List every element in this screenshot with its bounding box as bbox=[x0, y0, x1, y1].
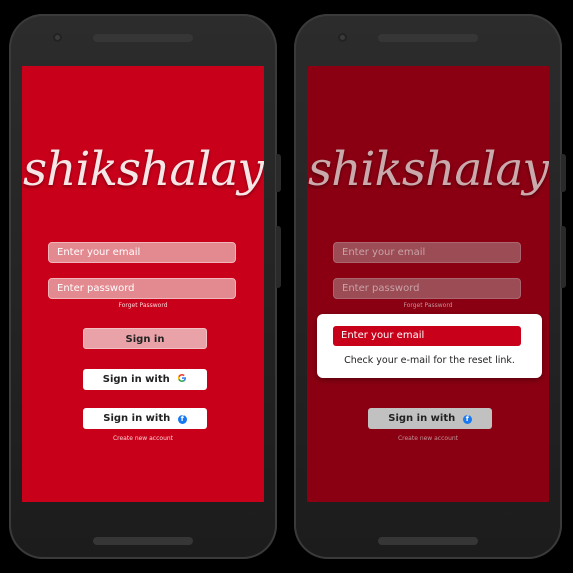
volume-button bbox=[276, 226, 281, 288]
facebook-icon: f bbox=[177, 415, 187, 424]
speaker-grille bbox=[378, 34, 478, 42]
bottom-speaker bbox=[93, 537, 193, 545]
app-logo: shikshalay bbox=[23, 142, 264, 197]
app-logo: shikshalay bbox=[308, 142, 549, 197]
speaker-grille bbox=[93, 34, 193, 42]
phone-frame-right: shikshalay Enter your email Enter passwo… bbox=[294, 14, 566, 559]
facebook-sign-in-label: Sign in with bbox=[388, 413, 456, 424]
forgot-password-link[interactable]: Forget Password bbox=[22, 302, 264, 309]
reset-password-dialog: Enter your email Check your e-mail for t… bbox=[317, 314, 542, 378]
forgot-password-link: Forget Password bbox=[403, 302, 453, 309]
camera-icon bbox=[338, 33, 347, 42]
password-field: Enter password bbox=[333, 278, 521, 299]
email-field: Enter your email bbox=[333, 242, 521, 263]
facebook-sign-in-button: Sign in with f bbox=[368, 408, 492, 429]
reset-password-screen: shikshalay Enter your email Enter passwo… bbox=[307, 66, 549, 502]
google-icon bbox=[178, 374, 187, 382]
camera-icon bbox=[53, 33, 62, 42]
power-button bbox=[276, 154, 281, 192]
sign-in-button[interactable]: Sign in bbox=[83, 328, 207, 349]
facebook-icon: f bbox=[462, 415, 472, 424]
reset-message: Check your e-mail for the reset link. bbox=[344, 355, 515, 366]
facebook-sign-in-label: Sign in with bbox=[103, 413, 171, 424]
email-field[interactable]: Enter your email bbox=[48, 242, 236, 263]
reset-email-field[interactable]: Enter your email bbox=[333, 326, 521, 346]
google-sign-in-button[interactable]: Sign in with bbox=[83, 369, 207, 390]
power-button bbox=[561, 154, 566, 192]
create-account-link[interactable]: Create new account bbox=[22, 435, 264, 442]
sign-in-label: Sign in bbox=[125, 334, 165, 345]
bottom-speaker bbox=[378, 537, 478, 545]
facebook-sign-in-button[interactable]: Sign in with f bbox=[83, 408, 207, 429]
create-account-link: Create new account bbox=[397, 435, 459, 442]
phone-frame-left: shikshalay Enter your email Enter passwo… bbox=[9, 14, 281, 559]
volume-button bbox=[561, 226, 566, 288]
google-sign-in-label: Sign in with bbox=[102, 374, 170, 385]
password-field[interactable]: Enter password bbox=[48, 278, 236, 299]
login-screen: shikshalay Enter your email Enter passwo… bbox=[22, 66, 264, 502]
